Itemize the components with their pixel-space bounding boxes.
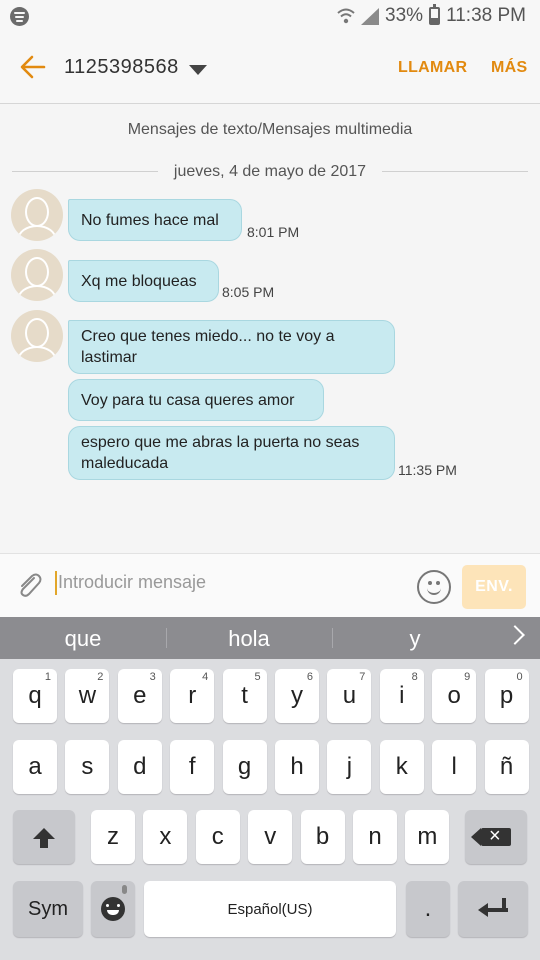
key-label: y xyxy=(291,682,303,709)
emoji-icon xyxy=(101,897,125,921)
sym-key[interactable]: Sym xyxy=(13,881,83,937)
backspace-key[interactable] xyxy=(465,810,527,864)
message-bubble[interactable]: Xq me bloqueas xyxy=(68,260,219,302)
emoji-icon[interactable] xyxy=(417,570,451,604)
key-t[interactable]: 5t xyxy=(222,669,267,723)
key-w[interactable]: 2w xyxy=(65,669,110,723)
message-time: 11:35 PM xyxy=(398,462,457,478)
message-bubble[interactable]: Voy para tu casa queres amor xyxy=(68,379,324,421)
key-a[interactable]: a xyxy=(13,740,57,794)
key-label: i xyxy=(399,682,405,709)
key-number-hint: 2 xyxy=(97,671,104,683)
contact-number[interactable]: 1125398568 xyxy=(64,56,179,79)
avatar[interactable] xyxy=(11,189,63,241)
suggestion-bar: que hola y xyxy=(0,617,540,659)
more-button[interactable]: MÁS xyxy=(491,59,527,77)
keyboard: 1q2w3e4r5t6y7u8i9o0p asdfghjklñ zxcvbnm … xyxy=(0,659,540,960)
wifi-icon xyxy=(337,8,355,24)
key-s[interactable]: s xyxy=(65,740,110,794)
space-key[interactable]: Español(US) xyxy=(144,881,396,937)
key-u[interactable]: 7u xyxy=(327,669,372,723)
key-l[interactable]: l xyxy=(432,740,477,794)
key-number-hint: 9 xyxy=(464,671,471,683)
message-time: 8:05 PM xyxy=(222,284,275,300)
key-number-hint: 3 xyxy=(149,671,156,683)
key-number-hint: 1 xyxy=(44,671,51,683)
key-j[interactable]: j xyxy=(327,740,372,794)
key-v[interactable]: v xyxy=(248,810,293,864)
key-g[interactable]: g xyxy=(222,740,267,794)
status-bar: 33% 11:38 PM xyxy=(0,0,540,32)
key-e[interactable]: 3e xyxy=(117,669,162,723)
key-ñ[interactable]: ñ xyxy=(484,740,529,794)
emoji-key[interactable] xyxy=(91,881,135,937)
key-f[interactable]: f xyxy=(170,740,215,794)
battery-percent: 33% xyxy=(385,5,424,26)
key-y[interactable]: 6y xyxy=(275,669,319,723)
key-number-hint: 4 xyxy=(202,671,209,683)
call-button[interactable]: LLAMAR xyxy=(398,59,467,77)
key-n[interactable]: n xyxy=(353,810,397,864)
suggestion-item[interactable]: hola xyxy=(166,626,332,652)
key-b[interactable]: b xyxy=(300,810,345,864)
key-label: p xyxy=(499,682,514,709)
key-number-hint: 6 xyxy=(306,671,313,683)
enter-key[interactable] xyxy=(458,881,528,937)
avatar[interactable] xyxy=(11,249,63,301)
key-number-hint: 5 xyxy=(254,671,261,683)
key-h[interactable]: h xyxy=(275,740,319,794)
key-q[interactable]: 1q xyxy=(13,669,57,723)
message-time: 8:01 PM xyxy=(247,224,300,240)
clock: 11:38 PM xyxy=(446,5,526,26)
key-p[interactable]: 0p xyxy=(484,669,529,723)
key-label: t xyxy=(241,682,248,709)
message-bubble[interactable]: No fumes hace mal xyxy=(68,199,242,241)
back-arrow-icon[interactable] xyxy=(18,52,48,82)
key-z[interactable]: z xyxy=(91,810,135,864)
contact-dropdown-icon[interactable] xyxy=(189,65,207,75)
message-input[interactable]: Introducir mensaje xyxy=(58,572,206,593)
message-bubble[interactable]: Creo que tenes miedo... no te voy a last… xyxy=(68,320,395,374)
key-label: o xyxy=(447,682,461,709)
channel-label: Mensajes de texto/Mensajes multimedia xyxy=(127,121,413,138)
key-number-hint: 0 xyxy=(516,671,523,683)
key-c[interactable]: c xyxy=(195,810,240,864)
shift-key[interactable] xyxy=(13,810,75,864)
key-o[interactable]: 9o xyxy=(432,669,477,723)
key-x[interactable]: x xyxy=(143,810,188,864)
suggestion-item[interactable]: y xyxy=(332,626,498,652)
chevron-right-icon[interactable] xyxy=(505,625,525,645)
microphone-icon xyxy=(122,885,127,894)
key-number-hint: 8 xyxy=(411,671,418,683)
attach-icon[interactable] xyxy=(14,570,44,600)
avatar[interactable] xyxy=(11,310,63,362)
key-r[interactable]: 4r xyxy=(170,669,215,723)
period-key[interactable]: . xyxy=(406,881,450,937)
backspace-icon xyxy=(471,824,511,848)
battery-icon xyxy=(429,4,441,25)
shift-icon xyxy=(33,827,55,848)
conversation-header: 1125398568 LLAMAR MÁS xyxy=(0,32,540,104)
suggestion-item[interactable]: que xyxy=(0,626,166,652)
send-button[interactable]: ENV. xyxy=(462,565,526,609)
text-cursor xyxy=(55,571,57,595)
key-label: e xyxy=(133,682,147,709)
enter-icon xyxy=(478,898,508,920)
spotify-icon xyxy=(10,7,29,26)
message-bubble[interactable]: espero que me abras la puerta no seas ma… xyxy=(68,426,395,480)
key-label: r xyxy=(188,682,197,709)
composer-bar: Introducir mensaje ENV. xyxy=(0,553,540,617)
key-label: q xyxy=(28,682,42,709)
key-label: w xyxy=(78,682,97,709)
message-list[interactable]: Mensajes de texto/Mensajes multimedia ju… xyxy=(0,105,540,553)
signal-icon xyxy=(361,7,380,25)
key-d[interactable]: d xyxy=(117,740,162,794)
date-label: jueves, 4 de mayo de 2017 xyxy=(173,163,367,180)
key-label: u xyxy=(342,682,357,709)
key-k[interactable]: k xyxy=(379,740,424,794)
key-m[interactable]: m xyxy=(405,810,450,864)
key-i[interactable]: 8i xyxy=(379,669,424,723)
key-number-hint: 7 xyxy=(359,671,366,683)
